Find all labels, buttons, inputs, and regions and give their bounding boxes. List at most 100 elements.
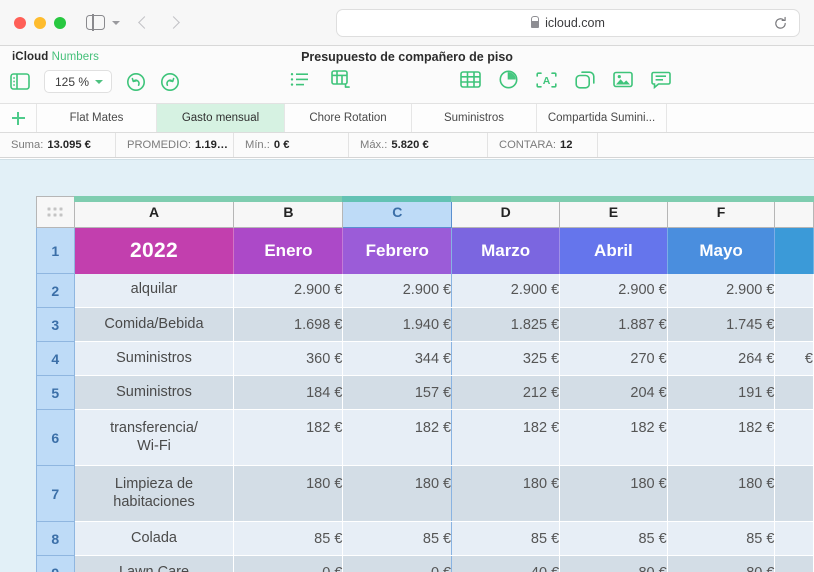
cell-f1[interactable]: Mayo [667,227,776,274]
cell-f7[interactable]: 180 € [667,465,776,522]
cell-b3[interactable]: 1.698 € [233,307,344,342]
cell-d6[interactable]: 182 € [451,409,561,466]
cell-g8[interactable] [774,521,814,556]
row-header-8[interactable]: 8 [36,521,75,556]
cell-f8[interactable]: 85 € [667,521,776,556]
cell-d4[interactable]: 325 € [451,341,561,376]
sort-filter-icon[interactable] [290,72,309,87]
cell-g3[interactable] [774,307,814,342]
spreadsheet-canvas[interactable]: A B C D E F 1 2022 Enero Febrero Marzo A… [0,159,814,572]
reload-icon[interactable] [773,16,788,31]
cell-e4[interactable]: 270 € [559,341,668,376]
sheet-tab-compartida[interactable]: Compartida Sumini... [537,104,667,132]
cell-g7[interactable] [774,465,814,522]
cell-g4[interactable]: € [774,341,814,376]
document-title[interactable]: Presupuesto de compañero de piso [0,50,814,64]
cell-a2[interactable]: alquilar [74,273,235,308]
cell-b9[interactable]: 0 € [233,555,344,572]
cell-f2[interactable]: 2.900 € [667,273,776,308]
back-arrow-icon[interactable] [138,16,151,29]
status-sum[interactable]: Suma: 13.095 € [0,133,116,157]
cell-f9[interactable]: 80 € [667,555,776,572]
minimize-window-button[interactable] [34,16,46,29]
add-sheet-button[interactable] [0,104,37,132]
row-header-3[interactable]: 3 [36,307,75,342]
column-header-f[interactable]: F [666,196,776,228]
cell-c3[interactable]: 1.940 € [342,307,453,342]
sidebar-toggle-button[interactable] [86,14,120,31]
cell-a5[interactable]: Suministros [74,375,235,410]
media-icon[interactable] [613,71,633,88]
cell-f4[interactable]: 264 € [667,341,776,376]
cell-g1[interactable] [774,227,814,274]
cell-f3[interactable]: 1.745 € [667,307,776,342]
sheet-tab-suministros[interactable]: Suministros [412,104,537,132]
row-header-7[interactable]: 7 [36,465,75,522]
cell-b8[interactable]: 85 € [233,521,344,556]
cell-c2[interactable]: 2.900 € [342,273,453,308]
cell-e6[interactable]: 182 € [559,409,668,466]
chevron-down-icon[interactable] [112,20,120,25]
cell-c5[interactable]: 157 € [342,375,453,410]
cell-c1[interactable]: Febrero [342,227,453,274]
cell-d2[interactable]: 2.900 € [451,273,561,308]
column-header-g[interactable] [774,196,814,228]
cell-a1[interactable]: 2022 [74,227,235,274]
text-icon[interactable]: A [536,71,557,88]
table-icon[interactable] [460,71,481,88]
cell-c7[interactable]: 180 € [342,465,453,522]
comment-icon[interactable] [651,71,671,89]
row-header-9[interactable]: 9 [36,555,75,572]
cell-g5[interactable] [774,375,814,410]
cell-d9[interactable]: 40 € [451,555,561,572]
cell-e2[interactable]: 2.900 € [559,273,668,308]
cell-a3[interactable]: Comida/Bebida [74,307,235,342]
sheet-tab-gasto-mensual[interactable]: Gasto mensual [157,104,285,132]
cell-d5[interactable]: 212 € [451,375,561,410]
row-header-2[interactable]: 2 [36,273,75,308]
row-header-6[interactable]: 6 [36,409,75,466]
cell-e8[interactable]: 85 € [559,521,668,556]
column-header-e[interactable]: E [559,196,668,228]
cell-a8[interactable]: Colada [74,521,235,556]
cell-f6[interactable]: 182 € [667,409,776,466]
cell-a4[interactable]: Suministros [74,341,235,376]
cell-c9[interactable]: 0 € [342,555,453,572]
cell-g2[interactable] [774,273,814,308]
cell-c6[interactable]: 182 € [342,409,453,466]
shape-icon[interactable] [575,70,595,89]
cell-b4[interactable]: 360 € [233,341,344,376]
cell-d1[interactable]: Marzo [451,227,561,274]
insert-category-icon[interactable] [331,70,352,89]
cell-b7[interactable]: 180 € [233,465,344,522]
cell-a9[interactable]: Lawn Care [74,555,235,572]
status-average[interactable]: PROMEDIO: 1.19… [116,133,234,157]
column-header-d[interactable]: D [451,196,561,228]
row-header-5[interactable]: 5 [36,375,75,410]
cell-e1[interactable]: Abril [559,227,668,274]
cell-d7[interactable]: 180 € [451,465,561,522]
cell-g9[interactable] [774,555,814,572]
status-count[interactable]: CONTARA: 12 [488,133,598,157]
forward-arrow-icon[interactable] [167,16,180,29]
cell-e7[interactable]: 180 € [559,465,668,522]
undo-icon[interactable] [126,72,146,92]
cell-a7[interactable]: Limpieza de habitaciones [74,465,235,522]
close-window-button[interactable] [14,16,26,29]
redo-icon[interactable] [160,72,180,92]
row-header-1[interactable]: 1 [36,227,75,274]
chart-icon[interactable] [499,70,518,89]
maximize-window-button[interactable] [54,16,66,29]
column-header-a[interactable]: A [73,196,235,228]
zoom-select[interactable]: 125 % [44,70,113,93]
cell-e3[interactable]: 1.887 € [559,307,668,342]
format-panel-icon[interactable] [10,73,30,90]
sheet-tab-chore-rotation[interactable]: Chore Rotation [285,104,412,132]
cell-b2[interactable]: 2.900 € [233,273,344,308]
cell-c8[interactable]: 85 € [342,521,453,556]
status-min[interactable]: Mín.: 0 € [234,133,349,157]
column-header-c[interactable]: C [342,196,453,228]
row-header-4[interactable]: 4 [36,341,75,376]
cell-e9[interactable]: 80 € [559,555,668,572]
cell-c4[interactable]: 344 € [342,341,453,376]
